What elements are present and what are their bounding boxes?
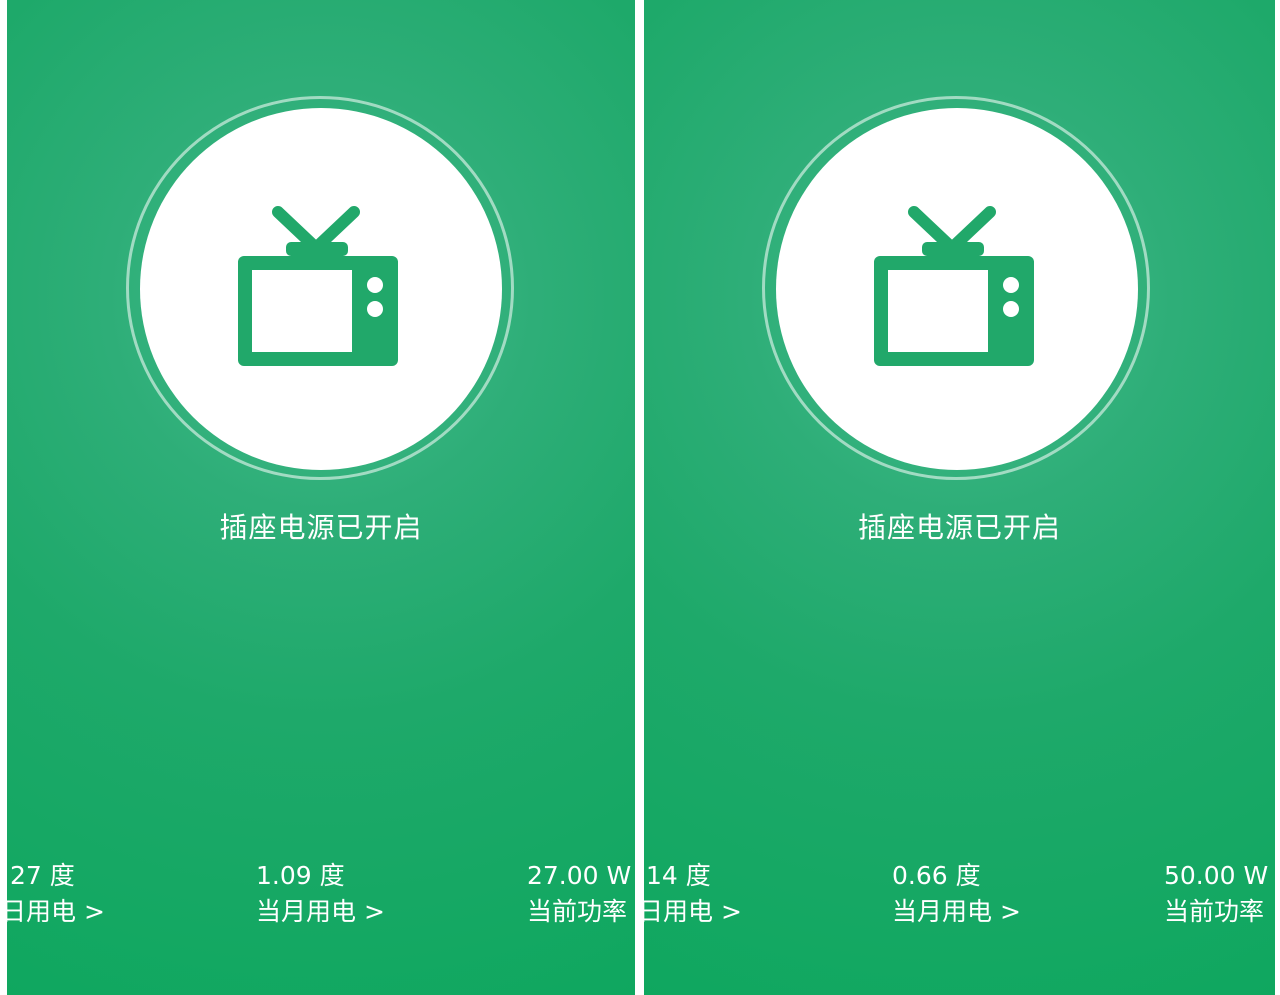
power-status-text: 插座电源已开启 <box>857 511 1061 544</box>
tv-icon <box>238 206 398 366</box>
current-power-value: 27.00 W <box>527 861 632 890</box>
socket-screen-right: 插座电源已开启 14 度 日用电 > 0.66 度 当月用电 > 50.00 W… <box>644 0 1275 995</box>
monthly-usage-link[interactable]: 当月用电 > <box>256 897 385 927</box>
daily-usage-value: 27 度 <box>10 861 75 890</box>
current-power-value: 50.00 W <box>1164 861 1269 890</box>
power-status-text: 插座电源已开启 <box>219 511 423 544</box>
monthly-usage-value: 0.66 度 <box>892 861 981 890</box>
daily-usage-link[interactable]: 日用电 > <box>644 897 742 927</box>
power-toggle-button[interactable] <box>140 108 502 470</box>
current-power-label: 当前功率 <box>527 897 628 926</box>
socket-screen-left: 插座电源已开启 27 度 日用电 > 1.09 度 当月用电 > 27.00 W… <box>7 0 635 995</box>
daily-usage-link[interactable]: 日用电 > <box>7 897 105 927</box>
daily-usage-value: 14 度 <box>646 861 711 890</box>
power-toggle-button[interactable] <box>776 108 1138 470</box>
current-power-label: 当前功率 <box>1164 897 1265 926</box>
monthly-usage-value: 1.09 度 <box>256 861 345 890</box>
monthly-usage-link[interactable]: 当月用电 > <box>892 897 1021 927</box>
tv-icon <box>874 206 1034 366</box>
